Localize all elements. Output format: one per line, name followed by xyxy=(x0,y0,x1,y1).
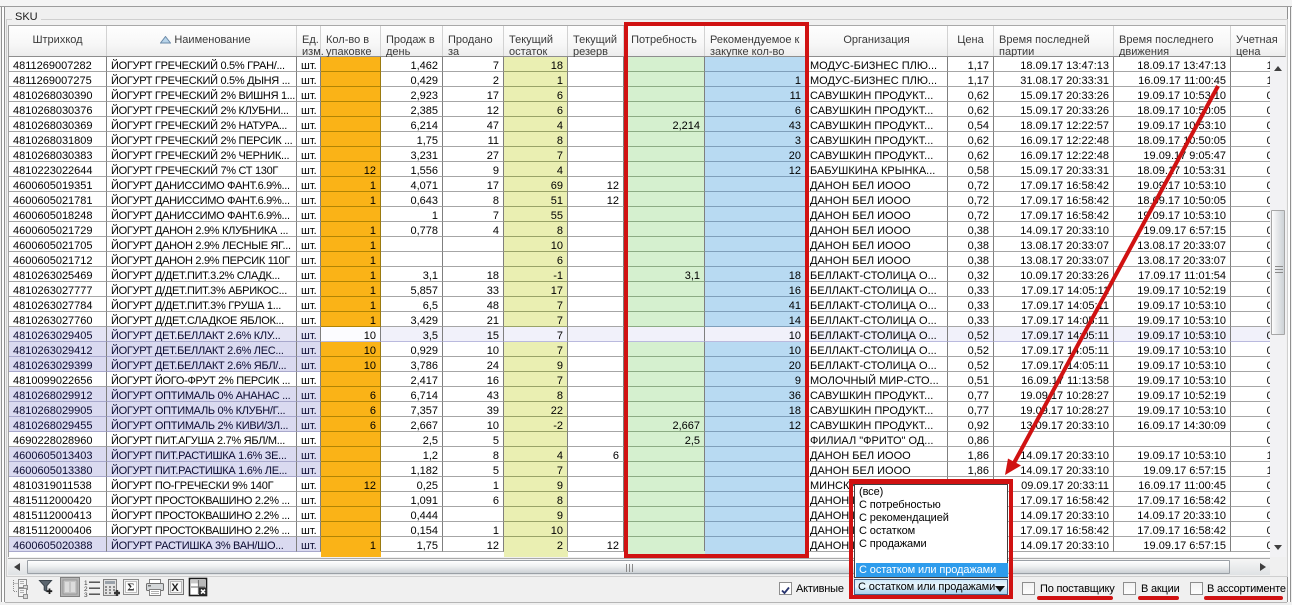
svg-text:3: 3 xyxy=(84,592,88,599)
svg-text:Σ: Σ xyxy=(127,582,134,594)
svg-text:X: X xyxy=(171,582,179,594)
